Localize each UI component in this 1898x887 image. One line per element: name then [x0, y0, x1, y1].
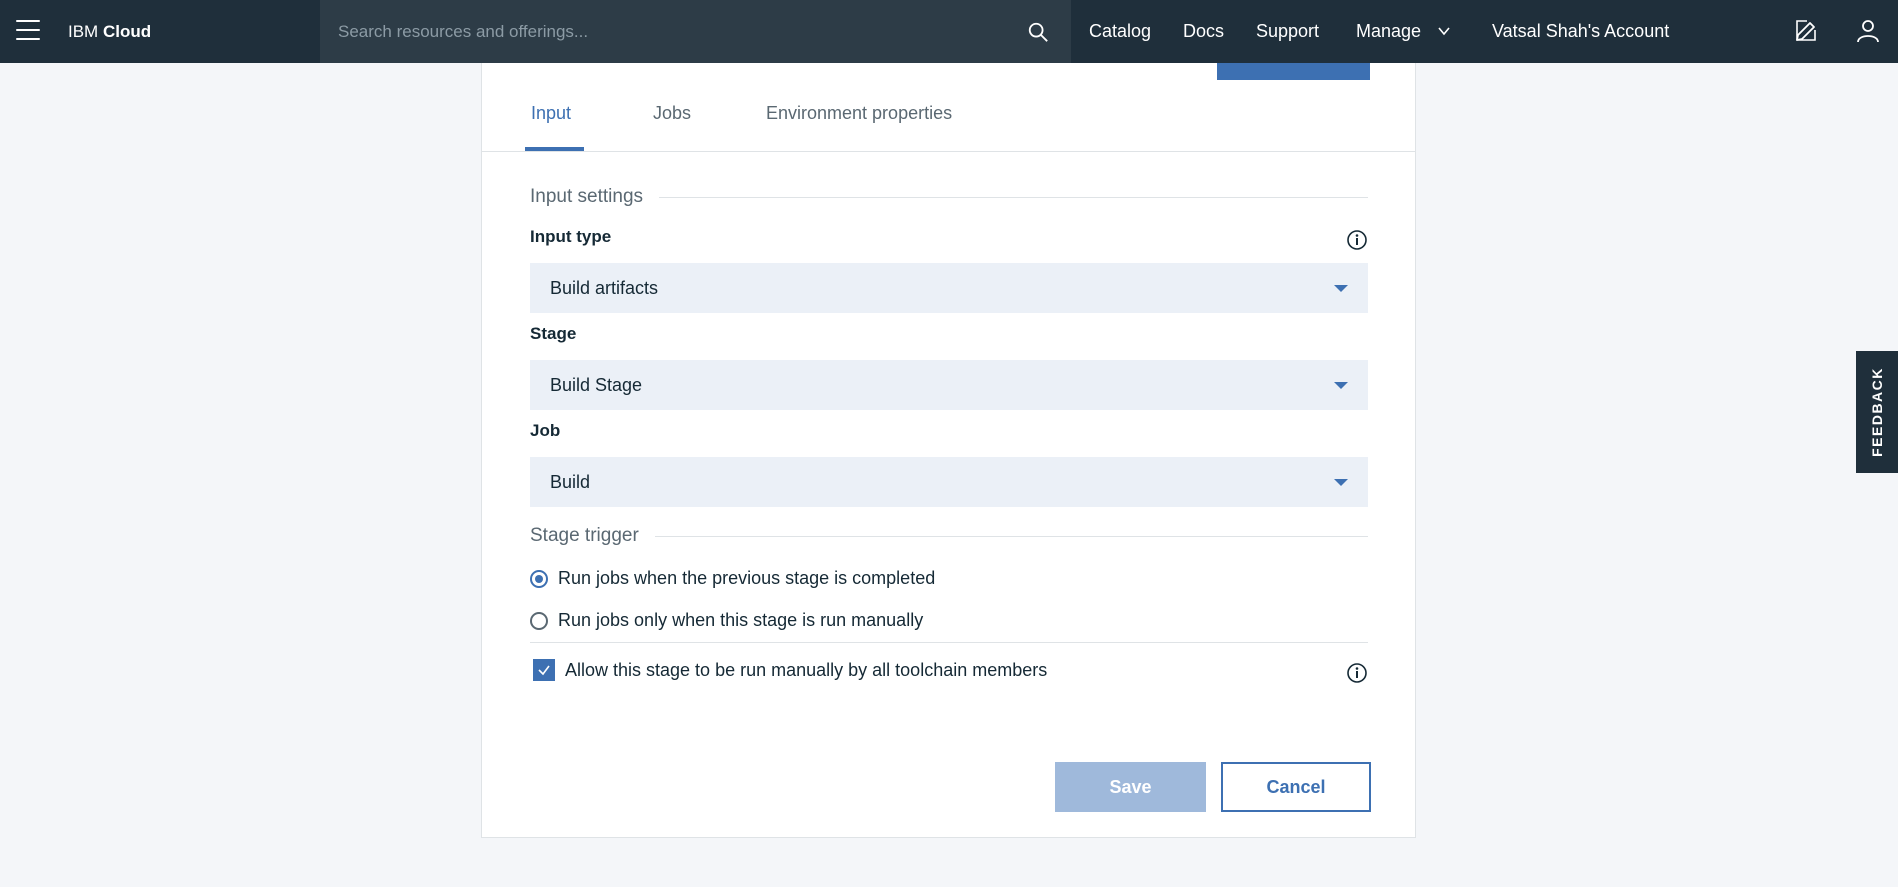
job-select[interactable]: Build: [530, 457, 1368, 507]
nav-docs[interactable]: Docs: [1183, 0, 1224, 63]
stage-trigger-heading: Stage trigger: [530, 525, 1368, 547]
nav-support[interactable]: Support: [1256, 0, 1319, 63]
input-settings-heading: Input settings: [530, 186, 1368, 208]
top-nav-bar: IBM Cloud Catalog Docs Support Manage Va…: [0, 0, 1898, 63]
tab-input[interactable]: Input: [525, 92, 584, 151]
stage-value: Build Stage: [550, 374, 643, 395]
stage-config-card: Input Jobs Environment properties Input …: [481, 52, 1416, 838]
radio-run-manually[interactable]: Run jobs only when this stage is run man…: [530, 610, 923, 631]
checkbox-checked[interactable]: [533, 659, 555, 681]
cancel-button[interactable]: Cancel: [1221, 762, 1371, 812]
checkmark-icon: [538, 665, 550, 676]
allow-manual-run-option[interactable]: Allow this stage to be run manually by a…: [533, 659, 1047, 681]
caret-down-icon: [1334, 479, 1348, 486]
menu-icon[interactable]: [16, 20, 40, 40]
edit-icon[interactable]: [1793, 18, 1819, 44]
radio-label: Run jobs only when this stage is run man…: [558, 610, 924, 630]
search-input[interactable]: [320, 0, 1027, 63]
caret-down-icon: [1334, 382, 1348, 389]
section-divider: [659, 196, 1368, 198]
tab-environment-properties[interactable]: Environment properties: [760, 92, 958, 151]
radio-label: Run jobs when the previous stage is comp…: [558, 568, 936, 588]
feedback-tab[interactable]: FEEDBACK: [1856, 351, 1898, 473]
info-icon[interactable]: [1346, 662, 1368, 684]
feedback-label: FEEDBACK: [1869, 367, 1885, 457]
chevron-down-icon[interactable]: [1437, 24, 1451, 38]
search-icon[interactable]: [1027, 21, 1049, 43]
radio-button-checked[interactable]: [530, 569, 548, 588]
radio-run-after-previous[interactable]: Run jobs when the previous stage is comp…: [530, 568, 935, 589]
input-settings-title: Input settings: [530, 186, 644, 207]
input-type-label: Input type: [530, 227, 612, 246]
nav-catalog[interactable]: Catalog: [1089, 0, 1151, 63]
nav-manage[interactable]: Manage: [1356, 0, 1421, 63]
section-divider: [654, 535, 1368, 537]
tab-bar: Input Jobs Environment properties: [482, 92, 1415, 152]
tab-jobs[interactable]: Jobs: [647, 92, 697, 151]
input-type-value: Build artifacts: [550, 277, 659, 298]
allow-manual-label: Allow this stage to be run manually by a…: [565, 659, 1048, 680]
input-type-select[interactable]: Build artifacts: [530, 263, 1368, 313]
brand-logo[interactable]: IBM Cloud: [68, 0, 151, 63]
stage-select[interactable]: Build Stage: [530, 360, 1368, 410]
user-icon[interactable]: [1855, 18, 1881, 44]
brand-prefix: IBM: [68, 22, 99, 41]
info-icon[interactable]: [1346, 229, 1368, 251]
radio-button[interactable]: [530, 611, 548, 630]
job-label: Job: [530, 421, 561, 440]
search-bar: [320, 0, 1071, 63]
brand-suffix: Cloud: [102, 22, 152, 41]
caret-down-icon: [1334, 285, 1348, 292]
stage-trigger-title: Stage trigger: [530, 525, 639, 546]
save-button[interactable]: Save: [1055, 762, 1206, 812]
job-value: Build: [550, 471, 591, 492]
options-divider: [530, 642, 1368, 643]
header-button-fragment[interactable]: [1217, 62, 1370, 80]
account-switcher[interactable]: Vatsal Shah's Account: [1492, 0, 1669, 63]
stage-label: Stage: [530, 324, 577, 343]
